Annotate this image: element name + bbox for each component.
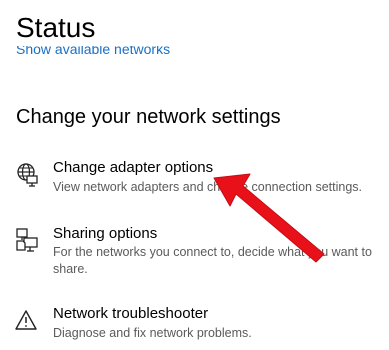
network-troubleshooter-item[interactable]: Network troubleshooter Diagnose and fix … bbox=[0, 302, 389, 346]
warning-icon bbox=[14, 308, 40, 334]
change-adapter-options-description: View network adapters and change connect… bbox=[53, 180, 362, 194]
sharing-options-title[interactable]: Sharing options bbox=[53, 224, 157, 244]
network-troubleshooter-description: Diagnose and fix network problems. bbox=[53, 326, 252, 340]
section-heading: Change your network settings bbox=[16, 106, 281, 128]
settings-status-page: Status Show available networks Change yo… bbox=[0, 0, 389, 350]
page-title: Status bbox=[16, 12, 96, 43]
globe-network-icon bbox=[14, 162, 40, 188]
sharing-icon bbox=[14, 227, 40, 253]
change-adapter-options-item[interactable]: Change adapter options View network adap… bbox=[0, 156, 389, 200]
change-adapter-options-title[interactable]: Change adapter options bbox=[53, 158, 213, 178]
network-troubleshooter-title[interactable]: Network troubleshooter bbox=[53, 304, 208, 324]
sharing-options-item[interactable]: Sharing options For the networks you con… bbox=[0, 222, 389, 282]
sharing-options-description: For the networks you connect to, decide … bbox=[53, 245, 372, 276]
